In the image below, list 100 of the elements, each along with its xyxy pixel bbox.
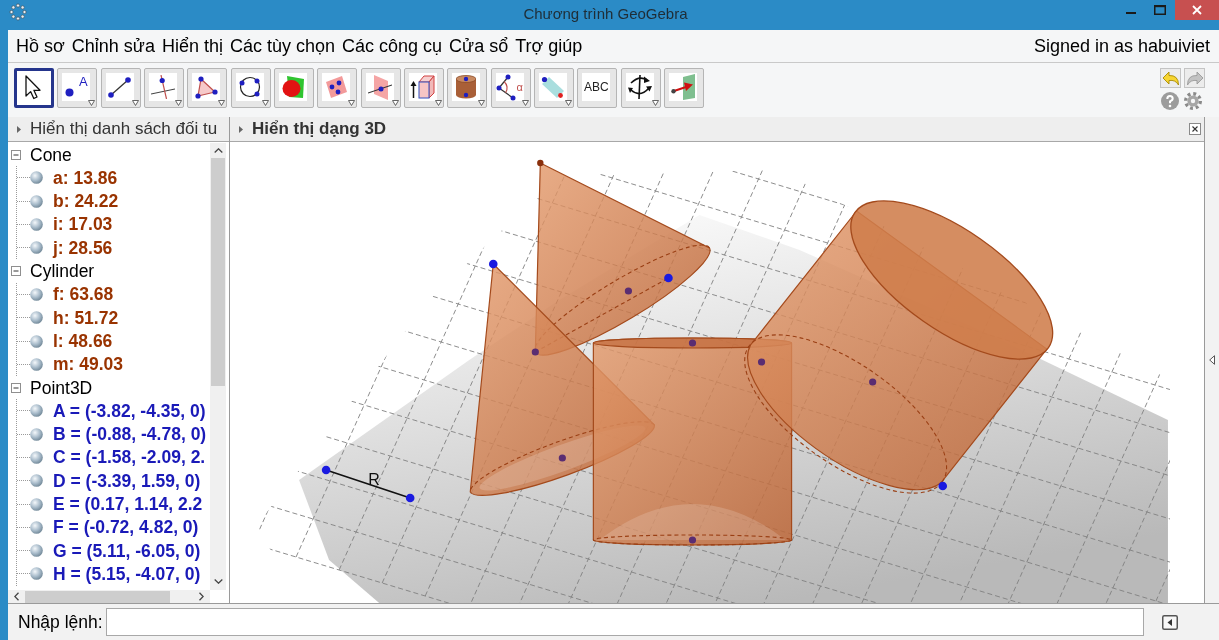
sphere-icon[interactable]: [30, 287, 43, 301]
menu-item[interactable]: Chỉnh sửa: [68, 32, 158, 60]
dotted-ring-icon: [9, 3, 27, 21]
side-arrow-icon[interactable]: [1209, 355, 1215, 365]
sphere-icon[interactable]: [30, 567, 43, 581]
minus-box-icon[interactable]: [11, 266, 21, 277]
command-input[interactable]: [105, 608, 1144, 636]
sphere-icon[interactable]: [30, 357, 43, 371]
caret-icon[interactable]: [261, 100, 269, 106]
sphere-icon[interactable]: [30, 544, 43, 558]
plane-line-icon: [367, 74, 392, 100]
tool-button[interactable]: [317, 68, 358, 108]
tool-button[interactable]: A: [57, 68, 98, 108]
point-icon[interactable]: [405, 493, 415, 503]
sphere-icon[interactable]: [30, 497, 43, 511]
close-icon[interactable]: [1189, 123, 1201, 135]
sphere-icon[interactable]: [30, 171, 43, 185]
plane-points-icon: [325, 76, 348, 98]
triangle-icon: [194, 75, 218, 99]
maximize-icon[interactable]: [1154, 5, 1166, 15]
panel-title: Hiển thị danh sách đối tu: [30, 118, 218, 141]
category-label: Point3D: [30, 376, 93, 400]
circle-icon: [238, 76, 261, 98]
caret-icon[interactable]: [564, 100, 572, 106]
menu-item[interactable]: Trợ giúp: [512, 32, 586, 60]
caret-icon[interactable]: [521, 100, 529, 106]
category-label: Cylinder: [30, 260, 95, 283]
caret-icon[interactable]: [131, 100, 139, 106]
sphere-icon[interactable]: [30, 474, 43, 488]
scroll-up-icon[interactable]: [213, 148, 223, 153]
caret-icon[interactable]: [239, 125, 243, 133]
caret-icon[interactable]: [175, 100, 182, 106]
sphere-plane-icon: [281, 76, 304, 98]
menu-item[interactable]: Các công cụ: [339, 32, 446, 60]
sphere-icon[interactable]: [30, 334, 43, 348]
scrollbar-thumb[interactable]: [25, 590, 170, 603]
scroll-left-icon[interactable]: [14, 592, 19, 601]
rotate-arrows-icon: [627, 75, 652, 99]
segment-icon: [108, 76, 132, 98]
perpendicular-lines-icon: [151, 75, 175, 99]
point-icon[interactable]: [624, 287, 632, 295]
plane-dots-icon: [541, 75, 565, 99]
arrow-plane-icon: [670, 74, 695, 100]
caret-icon[interactable]: [478, 100, 486, 106]
sphere-icon[interactable]: [30, 520, 43, 534]
point-icon[interactable]: [757, 358, 766, 366]
input-label: Nhập lệnh:: [18, 610, 103, 634]
menu-item[interactable]: Cửa sổ: [446, 32, 512, 60]
sphere-icon[interactable]: [30, 311, 43, 325]
caret-icon[interactable]: [391, 100, 399, 106]
point-icon: [65, 88, 74, 97]
scroll-right-icon[interactable]: [199, 592, 204, 601]
caret-icon[interactable]: [218, 100, 226, 106]
angle-icon: [496, 73, 517, 101]
close-button[interactable]: [1175, 0, 1219, 20]
settings-icon[interactable]: [1184, 92, 1202, 110]
tool-button[interactable]: [100, 68, 141, 108]
caret-icon[interactable]: [434, 100, 442, 106]
tool-button[interactable]: [187, 68, 228, 108]
point-icon[interactable]: [938, 481, 948, 491]
point-icon[interactable]: [558, 454, 566, 462]
cylinder-icon: [456, 75, 477, 99]
category-label: Cone: [30, 143, 72, 167]
tool-button[interactable]: ABC: [577, 68, 618, 108]
point-icon[interactable]: [537, 159, 544, 167]
menu-item[interactable]: Hiển thị: [158, 32, 226, 60]
tool-button[interactable]: [230, 68, 271, 108]
caret-icon[interactable]: [651, 100, 659, 106]
point-icon[interactable]: [531, 348, 539, 356]
point-icon[interactable]: [321, 465, 331, 475]
cursor-arrow-icon: [25, 74, 41, 100]
point-icon[interactable]: [869, 378, 877, 386]
horizontal-scrollbar[interactable]: [8, 590, 210, 603]
minus-box-icon[interactable]: [11, 382, 21, 393]
caret-icon[interactable]: [17, 125, 21, 133]
sphere-icon[interactable]: [30, 404, 43, 418]
point-icon[interactable]: [688, 536, 697, 544]
panel-title: Hiển thị dạng 3D: [252, 118, 387, 141]
close-icon: [1192, 5, 1202, 15]
tool-button[interactable]: [620, 68, 661, 108]
caret-icon[interactable]: [88, 100, 96, 106]
tool-button[interactable]: α: [490, 68, 531, 108]
point-icon[interactable]: [488, 259, 498, 269]
segment-label: R: [368, 471, 380, 488]
sphere-icon[interactable]: [30, 241, 43, 255]
window-title: Chương trình GeoGebra: [522, 4, 689, 24]
account-label: Signed in as habuiviet: [1033, 34, 1210, 58]
menu-item[interactable]: Hồ sơ: [13, 32, 68, 60]
sphere-icon[interactable]: [30, 451, 43, 464]
sphere-icon[interactable]: [30, 194, 43, 208]
menu-item[interactable]: Các tùy chọn: [226, 32, 338, 60]
sphere-icon[interactable]: [30, 427, 43, 441]
sphere-icon[interactable]: [30, 218, 43, 232]
help-icon[interactable]: [1161, 92, 1179, 110]
vertical-scrollbar[interactable]: [210, 143, 226, 590]
caret-icon[interactable]: [348, 100, 356, 106]
tool-button[interactable]: [14, 68, 54, 108]
scroll-down-icon[interactable]: [213, 579, 223, 584]
minus-box-icon[interactable]: [11, 149, 21, 160]
scrollbar-thumb[interactable]: [211, 158, 225, 386]
